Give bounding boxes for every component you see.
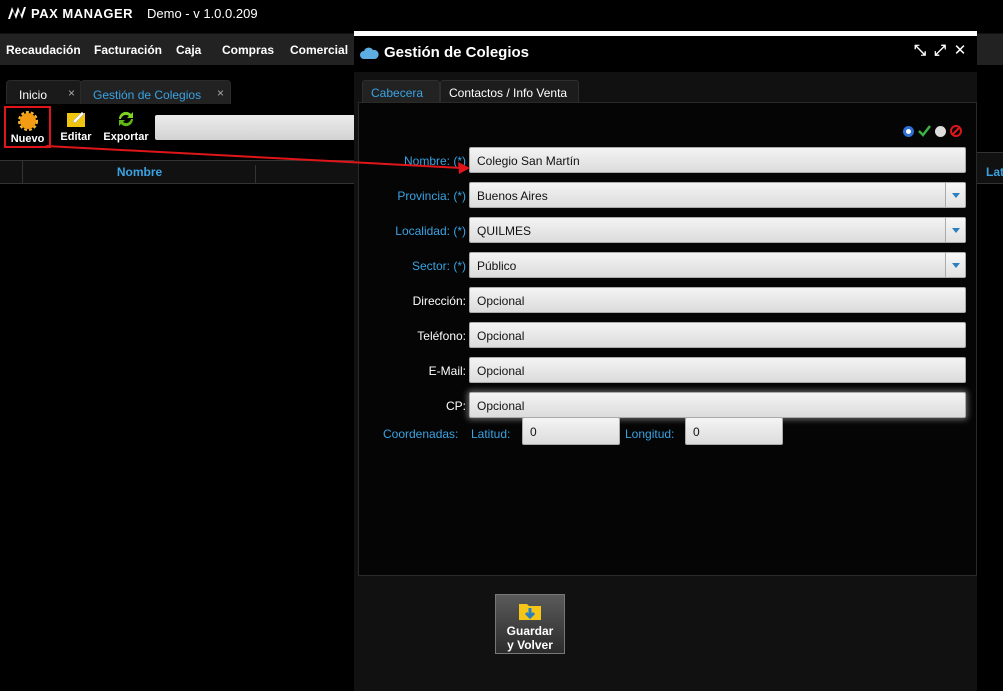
top-bar: PAX MANAGER Demo - v 1.0.0.209 [0, 0, 1003, 30]
email-field[interactable]: Opcional [469, 357, 966, 383]
cp-label: CP: [445, 399, 466, 413]
exportar-label: Exportar [103, 131, 149, 143]
dialog-title-bar: Gestión de Colegios ⤡ ⤢ ✕ [354, 36, 977, 72]
telefono-label: Teléfono: [417, 329, 466, 343]
close-icon[interactable]: × [217, 86, 224, 100]
nombre-field[interactable]: Colegio San Martín [469, 147, 966, 173]
row-nombre: Nombre: (*) Colegio San Martín [359, 147, 978, 173]
localidad-select[interactable]: QUILMES [469, 217, 966, 243]
sector-select[interactable]: Público [469, 252, 966, 278]
nuevo-button[interactable]: Nuevo [4, 106, 51, 148]
chevron-down-icon[interactable] [945, 253, 965, 277]
provincia-select[interactable]: Buenos Aires [469, 182, 966, 208]
row-cp: CP: Opcional [359, 392, 978, 418]
brand-name: PAX MANAGER [31, 5, 134, 21]
radio-icon[interactable] [903, 125, 914, 137]
menu-compras[interactable]: Compras [222, 43, 274, 57]
menu-caja[interactable]: Caja [176, 43, 201, 57]
row-localidad: Localidad: (*) QUILMES [359, 217, 978, 243]
grid-header-right: Lat [976, 152, 1003, 184]
menu-facturacion[interactable]: Facturación [94, 43, 162, 57]
row-sector: Sector: (*) Público [359, 252, 978, 278]
cloud-icon [360, 47, 379, 59]
status-indicators [903, 125, 962, 137]
menu-recaudacion[interactable]: Recaudación [6, 43, 81, 57]
provincia-value: Buenos Aires [477, 189, 548, 203]
tab-contactos[interactable]: Contactos / Info Venta [440, 80, 579, 102]
tab-inicio-label: Inicio [19, 88, 48, 102]
close-icon[interactable]: × [68, 86, 75, 100]
grid-header: Nombre [0, 160, 360, 184]
app-window: PAX MANAGER Demo - v 1.0.0.209 Recaudaci… [0, 0, 1003, 691]
row-email: E-Mail: Opcional [359, 357, 978, 383]
row-provincia: Provincia: (*) Buenos Aires [359, 182, 978, 208]
longitud-field[interactable]: 0 [685, 417, 783, 445]
sector-label: Sector: (*) [411, 259, 466, 273]
editar-button[interactable]: Editar [52, 106, 100, 148]
collapse-icon[interactable]: ⤡ [913, 43, 927, 58]
form-panel: Nombre: (*) Colegio San Martín Provincia… [358, 102, 977, 576]
gestion-colegios-dialog: Gestión de Colegios ⤡ ⤢ ✕ Cabecera Conta… [354, 31, 977, 691]
column-nombre[interactable]: Nombre [24, 165, 256, 183]
logo-icon [8, 7, 26, 19]
editar-label: Editar [60, 131, 92, 143]
column-empty [256, 161, 356, 183]
sector-value: Público [477, 259, 517, 273]
save-line1: Guardar [506, 624, 554, 638]
tab-inicio[interactable]: Inicio × [6, 80, 82, 104]
exportar-button[interactable]: Exportar [98, 106, 154, 148]
tab-gestion-colegios-label: Gestión de Colegios [93, 88, 202, 102]
telefono-field[interactable]: Opcional [469, 322, 966, 348]
save-line2: y Volver [507, 638, 553, 652]
guardar-volver-button[interactable]: Guardar y Volver [495, 594, 565, 654]
close-icon[interactable]: ✕ [953, 43, 967, 58]
check-icon[interactable] [918, 125, 931, 137]
refresh-icon [118, 111, 134, 127]
window-controls: ⤡ ⤢ ✕ [913, 43, 967, 58]
email-label: E-Mail: [428, 364, 466, 378]
latitud-label: Latitud: [471, 427, 511, 441]
chevron-down-icon[interactable] [945, 183, 965, 207]
menu-comercial[interactable]: Comercial [290, 43, 348, 57]
expand-icon[interactable]: ⤢ [933, 43, 947, 58]
coordenadas-label: Coordenadas: [383, 427, 459, 441]
nombre-label: Nombre: (*) [403, 154, 466, 168]
localidad-label: Localidad: (*) [395, 224, 466, 238]
tab-cabecera[interactable]: Cabecera [362, 80, 440, 102]
row-telefono: Teléfono: Opcional [359, 322, 978, 348]
tab-gestion-colegios[interactable]: Gestión de Colegios × [80, 80, 231, 104]
provincia-label: Provincia: (*) [397, 189, 466, 203]
nuevo-label: Nuevo [10, 133, 45, 145]
column-lat[interactable]: Lat [986, 165, 1003, 179]
new-icon [17, 111, 38, 131]
circle-icon[interactable] [935, 125, 946, 137]
dialog-title: Gestión de Colegios [384, 44, 530, 61]
row-direccion: Dirección: Opcional [359, 287, 978, 313]
localidad-value: QUILMES [477, 224, 532, 238]
cancel-icon[interactable] [950, 125, 962, 137]
edit-icon [67, 111, 85, 127]
search-input[interactable] [155, 115, 355, 140]
select-column[interactable] [3, 161, 23, 183]
app-version: Demo - v 1.0.0.209 [147, 6, 258, 21]
direccion-field[interactable]: Opcional [469, 287, 966, 313]
direccion-label: Dirección: [412, 294, 466, 308]
cp-field[interactable]: Opcional [469, 392, 966, 418]
app-logo: PAX MANAGER [7, 5, 133, 21]
page-tabs: Inicio × Gestión de Colegios × [0, 80, 400, 104]
chevron-down-icon[interactable] [945, 218, 965, 242]
latitud-field[interactable]: 0 [522, 417, 620, 445]
longitud-label: Longitud: [625, 427, 675, 441]
save-folder-icon [519, 604, 541, 620]
